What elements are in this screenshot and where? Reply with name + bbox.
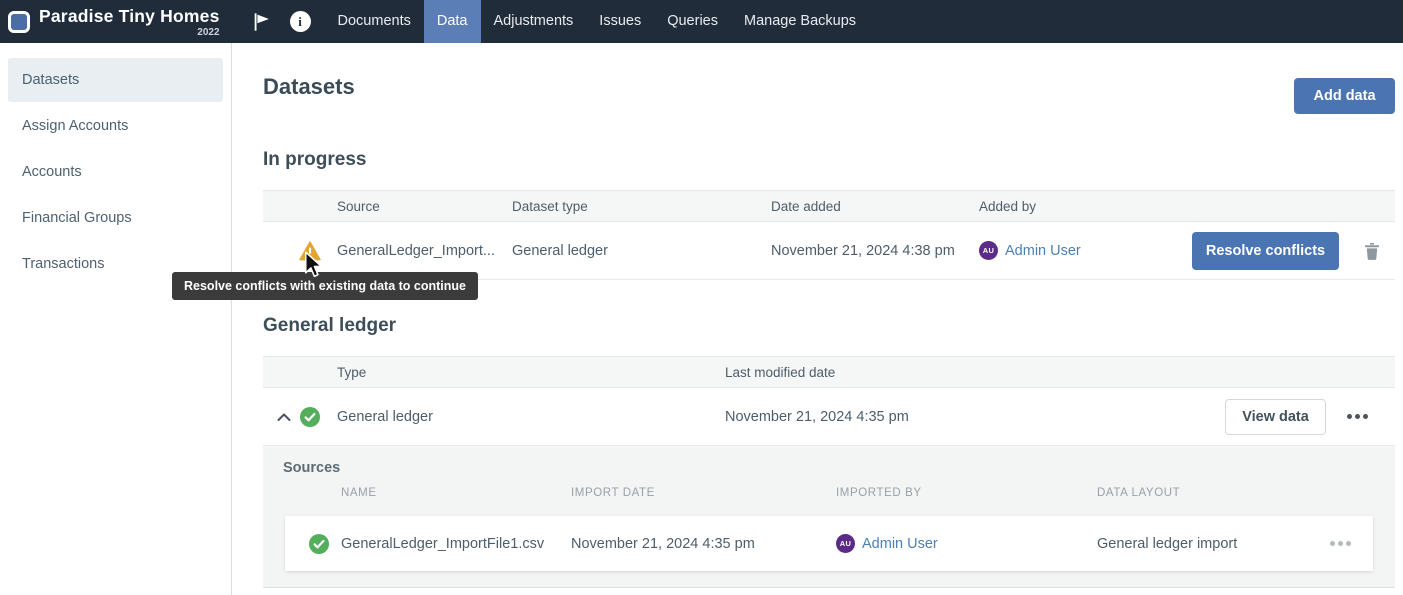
trash-icon[interactable] (1362, 241, 1382, 261)
sidebar: Datasets Assign Accounts Accounts Financ… (0, 43, 232, 595)
cell-source-name: GeneralLedger_ImportFile1.csv (341, 536, 571, 552)
general-ledger-heading: General ledger (263, 315, 396, 337)
sources-panel: Sources NAME IMPORT DATE IMPORTED BY DAT… (263, 446, 1395, 588)
entity-year: 2022 (197, 27, 219, 38)
header-added-by: Added by (979, 199, 1192, 214)
entity-name: Paradise Tiny Homes (39, 6, 220, 26)
sidebar-item-datasets[interactable]: Datasets (8, 58, 223, 102)
flag-icon[interactable] (250, 10, 274, 34)
success-icon (309, 534, 329, 554)
cell-last-modified: November 21, 2024 4:35 pm (725, 409, 1225, 425)
header-data-layout: DATA LAYOUT (1097, 487, 1395, 499)
app-logo-icon (8, 11, 30, 33)
page-title: Datasets (263, 74, 355, 100)
source-row: GeneralLedger_ImportFile1.csv November 2… (285, 516, 1373, 571)
nav-item-issues[interactable]: Issues (586, 0, 654, 43)
header-source: Source (337, 199, 512, 214)
cell-source: GeneralLedger_Import... (337, 243, 512, 259)
resolve-conflicts-button[interactable]: Resolve conflicts (1192, 232, 1339, 270)
general-ledger-row: General ledger November 21, 2024 4:35 pm… (263, 388, 1395, 446)
in-progress-heading: In progress (263, 149, 366, 171)
mouse-cursor (303, 250, 325, 280)
sources-table-header: NAME IMPORT DATE IMPORTED BY DATA LAYOUT (263, 487, 1395, 499)
header-last-modified: Last modified date (725, 365, 1225, 380)
ellipsis-menu-icon[interactable] (1347, 414, 1368, 419)
nav-item-queries[interactable]: Queries (654, 0, 731, 43)
in-progress-table-header: Source Dataset type Date added Added by (263, 190, 1395, 222)
avatar: AU (979, 241, 998, 260)
header-import-date: IMPORT DATE (571, 487, 836, 499)
nav-item-data[interactable]: Data (424, 0, 481, 43)
avatar: AU (836, 534, 855, 553)
cell-date-added: November 21, 2024 4:38 pm (771, 243, 979, 259)
header-imported-by: IMPORTED BY (836, 487, 1097, 499)
cell-data-layout: General ledger import (1097, 536, 1237, 552)
success-icon (300, 407, 320, 427)
added-by-user-link[interactable]: Admin User (1005, 243, 1081, 259)
in-progress-table: Source Dataset type Date added Added by … (263, 190, 1395, 280)
nav-item-documents[interactable]: Documents (325, 0, 424, 43)
cell-import-date: November 21, 2024 4:35 pm (571, 536, 836, 552)
nav-item-adjustments[interactable]: Adjustments (481, 0, 587, 43)
sources-heading: Sources (283, 460, 340, 476)
header-date-added: Date added (771, 199, 979, 214)
general-ledger-table: Type Last modified date General ledger N… (263, 356, 1395, 446)
sidebar-item-financial-groups[interactable]: Financial Groups (8, 196, 223, 240)
imported-by-user-link[interactable]: Admin User (862, 536, 938, 552)
sidebar-item-assign-accounts[interactable]: Assign Accounts (8, 104, 223, 148)
top-navbar: Paradise Tiny Homes 2022 i Documents Dat… (0, 0, 1403, 43)
header-type: Type (337, 365, 725, 380)
flag-icon-glyph (251, 11, 273, 33)
header-dataset-type: Dataset type (512, 199, 771, 214)
app-screen: Paradise Tiny Homes 2022 i Documents Dat… (0, 0, 1403, 595)
general-ledger-table-header: Type Last modified date (263, 356, 1395, 388)
main-navigation: Documents Data Adjustments Issues Querie… (325, 0, 870, 43)
info-icon[interactable]: i (290, 11, 311, 32)
add-data-button[interactable]: Add data (1294, 78, 1395, 114)
chevron-up-icon[interactable] (277, 413, 291, 421)
nav-item-manage-backups[interactable]: Manage Backups (731, 0, 869, 43)
header-name: NAME (341, 487, 571, 499)
entity-info: Paradise Tiny Homes 2022 (39, 6, 220, 38)
sidebar-item-accounts[interactable]: Accounts (8, 150, 223, 194)
view-data-button[interactable]: View data (1225, 399, 1326, 435)
cell-dataset-type: General ledger (512, 243, 771, 259)
tooltip: Resolve conflicts with existing data to … (172, 272, 478, 300)
entity-brand[interactable]: Paradise Tiny Homes 2022 (8, 6, 220, 38)
ellipsis-menu-icon[interactable] (1330, 541, 1351, 546)
cell-type: General ledger (337, 409, 725, 425)
trash-icon-glyph (1364, 242, 1380, 260)
